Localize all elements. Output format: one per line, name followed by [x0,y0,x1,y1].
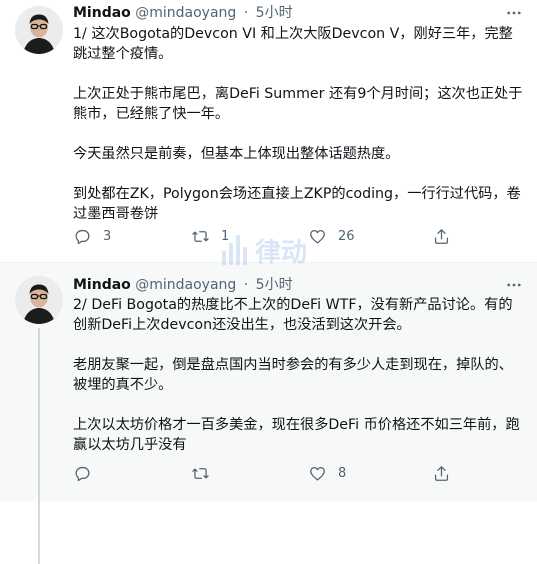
reply-button[interactable] [73,463,103,483]
more-icon [507,11,521,15]
avatar[interactable] [15,276,63,324]
like-button[interactable]: 8 [308,463,346,483]
author-name[interactable]: Mindao [73,277,131,293]
tweet-paragraph: 今天虽然只是前奏，但基本上体现出整体话题热度。 [73,146,400,162]
share-button[interactable] [432,463,451,483]
like-icon [310,466,325,480]
tweet-text: 2/ DeFi Bogota的热度比不上次的DeFi WTF，没有新产品讨论。有… [73,295,525,455]
tweet-2[interactable]: Mindao @mindaoyang · 5小时 2/ DeFi Bogota的… [0,263,537,564]
more-options-button[interactable] [505,4,523,22]
watermark-bars-icon [222,235,247,265]
reply-icon [75,466,90,481]
like-count: 26 [338,228,355,244]
reply-button[interactable]: 3 [73,226,111,246]
watermark-text: 律动 [255,237,308,268]
tweet-paragraph: 上次以太坊价格才一百多美金，现在很多DeFi 币价格还不如三年前，跑赢以太坊几乎… [73,417,520,453]
avatar[interactable] [15,6,63,54]
retweet-icon [192,467,209,479]
tweet-header: Mindao @mindaoyang · 5小时 [73,3,497,23]
separator-dot: · [243,5,249,21]
like-count: 8 [338,465,347,481]
avatar-image [15,6,63,54]
author-name[interactable]: Mindao [73,5,131,21]
author-handle[interactable]: @mindaoyang [135,277,236,293]
tweet-paragraph: 2/ DeFi Bogota的热度比不上次的DeFi WTF，没有新产品讨论。有… [73,297,513,333]
reply-icon [75,229,90,244]
tweet-paragraph: 1/ 这次Bogota的Devcon VI 和上次大阪Devcon V，刚好三年… [73,26,513,62]
avatar-image [15,276,63,324]
tweet-text: 1/ 这次Bogota的Devcon VI 和上次大阪Devcon V，刚好三年… [73,24,525,224]
share-button[interactable] [432,226,451,246]
thread-line [38,328,40,564]
tweet-1[interactable]: Mindao @mindaoyang · 5小时 1/ 这次Bogota的Dev… [0,0,537,263]
tweet-header: Mindao @mindaoyang · 5小时 [73,275,497,295]
tweet-paragraph: 上次正处于熊市尾巴，离DeFi Summer 还有9个月时间；这次也正处于熊市，… [73,86,523,122]
retweet-button[interactable] [191,463,221,483]
tweet-paragraph: 到处都在ZK，Polygon会场还直接上ZKP的coding，一行行过代码，卷过… [73,186,521,222]
share-icon [434,465,449,481]
retweet-icon [192,230,209,242]
watermark-logo: 律动 [222,228,332,272]
separator-dot: · [243,277,249,293]
more-options-button[interactable] [505,276,523,294]
tweet-paragraph: 老朋友聚一起，倒是盘点国内当时参会的有多少人走到现在，掉队的、被埋的真不少。 [73,357,513,393]
tweet-timestamp[interactable]: 5小时 [256,277,293,293]
reply-count: 3 [103,228,112,244]
tweet-timestamp[interactable]: 5小时 [256,5,293,21]
share-icon [434,228,449,244]
more-icon [507,283,521,287]
tweet-actions: 8 [73,463,493,483]
author-handle[interactable]: @mindaoyang [135,5,236,21]
